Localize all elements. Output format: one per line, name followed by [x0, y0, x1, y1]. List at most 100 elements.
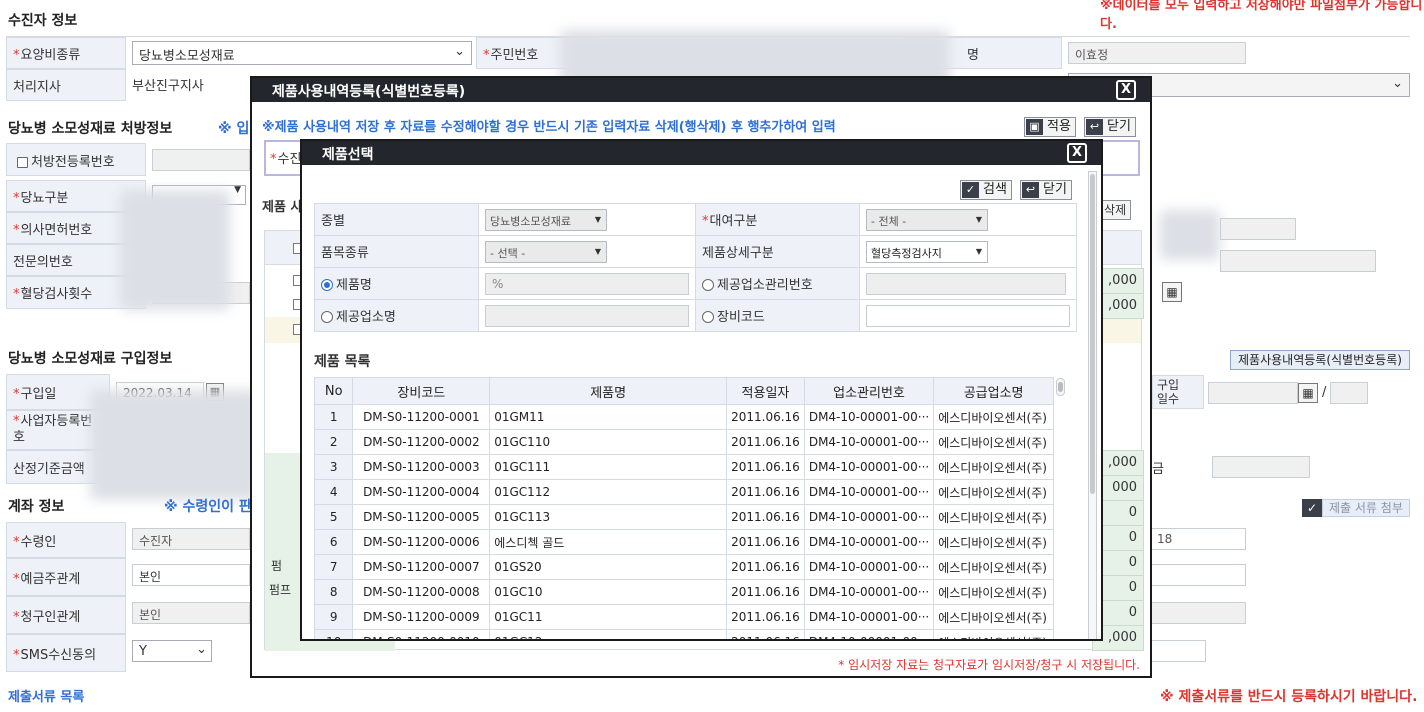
chevron-down-icon: ⌄: [1392, 76, 1403, 91]
col-supplier: 공급업소명: [933, 377, 1054, 405]
receiver-field[interactable]: 수진자: [132, 528, 250, 550]
chevron-down-icon: ⌄: [196, 642, 207, 657]
maker-name-label: 제공업소명: [336, 310, 396, 325]
cell-equip-code: DM-S0-11200-0004: [352, 479, 491, 505]
list-scrollbar[interactable]: [1056, 378, 1065, 396]
maker-code-input[interactable]: [866, 272, 1066, 295]
chevron-down-icon: ▼: [234, 185, 241, 195]
product-list-header: No 장비코드 제품명 적용일자 업소관리번호 공급업소명: [313, 377, 1054, 405]
product-usage-modal-title: 제품사용내역등록(식별번호등록): [272, 84, 466, 100]
rental-label: *대여구분: [695, 203, 860, 236]
cell-equip-code: DM-S0-11200-0003: [352, 454, 491, 480]
table-row[interactable]: 2 DM-S0-11200-0002 01GC110 2011.06.16 DM4-10…: [313, 429, 1054, 455]
receiver-label: *수령인: [6, 522, 126, 558]
claimant-field[interactable]: 본인: [132, 602, 250, 624]
product-name-input[interactable]: %: [485, 272, 689, 295]
cell-equip-code: DM-S0-11200-0005: [352, 504, 491, 530]
cell-apply-date: 2011.06.16: [726, 604, 805, 630]
sms-label: *SMS수신동의: [6, 634, 126, 672]
masked-right: [1160, 210, 1220, 260]
modal1-product-section: 제품 사: [262, 200, 303, 215]
modal1-notice: ※제품 사용내역 저장 후 자료를 수정해야할 경우 반드시 기존 입력자료 삭…: [262, 120, 836, 135]
branch-value: 부산진구지사: [132, 79, 204, 94]
maker-name-input[interactable]: [485, 304, 689, 327]
cell-product-name: 01GS20: [489, 554, 728, 580]
amount-label-right: 금: [1152, 462, 1164, 477]
close-icon[interactable]: X: [1116, 80, 1136, 100]
purchase-days-field-2[interactable]: [1330, 382, 1368, 404]
maker-code-radio[interactable]: [702, 279, 714, 291]
calendar-icon[interactable]: ▦: [1298, 383, 1318, 403]
depositor-label: *예금주관계: [6, 558, 126, 596]
cell-supplier: 에스디바이오센서(주): [933, 479, 1054, 505]
cell-supplier: 에스디바이오센서(주): [933, 504, 1054, 530]
detail-select[interactable]: 혈당측정검사지: [866, 240, 988, 263]
cell-no: 6: [313, 529, 354, 555]
calendar-icon[interactable]: ▦: [1162, 282, 1182, 302]
table-row[interactable]: 7 DM-S0-11200-0007 01GS20 2011.06.16 DM4-10-…: [313, 554, 1054, 580]
docs-title: 제출서류 목록: [8, 690, 85, 705]
cell-equip-code: DM-S0-11200-0006: [352, 529, 491, 555]
product-reg-button[interactable]: 제품사용내역등록(식별번호등록): [1230, 350, 1410, 370]
table-row[interactable]: 10DM-S0-11200-001001GC122011.06.16DM4-10…: [313, 629, 1054, 639]
recipient-section-title: 수진자 정보: [8, 13, 78, 29]
cell-maker-code: DM4-10-00001-00···: [803, 454, 935, 480]
checkbox-icon[interactable]: [17, 157, 28, 168]
table-row[interactable]: 5 DM-S0-11200-0005 01GC113 2011.06.16 DM4-10…: [313, 504, 1054, 530]
amount-field-right: [1212, 456, 1310, 478]
cell-product-name: 01GC112: [489, 479, 728, 505]
kind-select[interactable]: 당뇨병소모성재료: [485, 208, 607, 231]
table-row[interactable]: 8 DM-S0-11200-0008 01GC10 2011.06.16 DM4-10-…: [313, 579, 1054, 605]
close-icon[interactable]: X: [1067, 143, 1087, 163]
modal1-close-button[interactable]: ↩ 닫기: [1084, 117, 1136, 137]
save-icon: ▣: [1026, 119, 1043, 135]
cell-maker-code: DM4-10-00001-00···: [803, 479, 935, 505]
table-row[interactable]: 1 DM-S0-11200-0001 01GM11 2011.06.16 DM4-10-…: [313, 404, 1054, 430]
care-type-label: *요양비종류: [6, 37, 126, 69]
name-field[interactable]: 이효정: [1068, 42, 1246, 64]
cell-product-name: 01GC10: [489, 579, 728, 605]
cell-apply-date: 2011.06.16: [726, 404, 805, 430]
sms-select[interactable]: Y ⌄: [132, 640, 212, 662]
right-field-a: [1220, 218, 1296, 240]
table-row[interactable]: 3 DM-S0-11200-0003 01GC111 2011.06.16 DM4-10…: [313, 454, 1054, 480]
col-maker-code: 업소관리번호: [803, 377, 935, 405]
purchase-days-label: 구입 일수: [1152, 375, 1204, 409]
table-row[interactable]: 6 DM-S0-11200-0006 에스디첵 골드 2011.06.16 DM4-10…: [313, 529, 1054, 555]
back-arrow-icon: ↩: [1022, 182, 1039, 198]
rental-select[interactable]: - 전체 -: [866, 208, 988, 231]
table-row[interactable]: 4 DM-S0-11200-0004 01GC112 2011.06.16 DM4-10…: [313, 479, 1054, 505]
table-row[interactable]: 9 DM-S0-11200-0009 01GC11 2011.06.16 DM4-10-…: [313, 604, 1054, 630]
maker-name-radio[interactable]: [321, 311, 333, 323]
back-arrow-icon: ↩: [1086, 119, 1103, 135]
cell-supplier: 에스디바이오센서(주): [933, 429, 1054, 455]
attach-button[interactable]: 제출 서류 첨부: [1322, 499, 1410, 517]
modal2-close-button[interactable]: ↩ 닫기: [1020, 180, 1072, 200]
item-type-select[interactable]: - 선택 -: [485, 240, 607, 263]
cell-no: 7: [313, 554, 354, 580]
care-type-select[interactable]: 당뇨병소모성재료 ⌄: [132, 41, 472, 65]
cell-maker-code: DM4-10-00001-00···: [803, 404, 935, 430]
cell-maker-code: DM4-10-00001-00···: [803, 429, 935, 455]
right-field-b: [1220, 250, 1376, 272]
depositor-field[interactable]: 본인: [132, 564, 250, 586]
cell-no: 10: [313, 629, 354, 639]
cell-apply-date: 2011.06.16: [726, 529, 805, 555]
search-button[interactable]: ✓ 검색: [960, 180, 1012, 200]
right-field-f: [1150, 640, 1206, 662]
equip-code-label: 장비코드: [717, 310, 765, 325]
equip-code-input[interactable]: [866, 304, 1070, 327]
product-usage-modal-header: 제품사용내역등록(식별번호등록) X: [252, 78, 1150, 102]
apply-button[interactable]: ▣ 적용: [1024, 117, 1076, 137]
product-select-modal-title: 제품선택: [322, 147, 374, 163]
prev-reg-field[interactable]: [152, 149, 250, 171]
pump-label-2: 펌프: [269, 583, 292, 597]
equip-code-radio[interactable]: [702, 311, 714, 323]
detail-label: 제품상세구분: [695, 235, 860, 268]
product-name-radio[interactable]: [321, 279, 333, 291]
account-note: ※ 수령인이 판: [164, 499, 252, 515]
purchase-days-field[interactable]: [1208, 382, 1298, 404]
modal-scrollbar[interactable]: [1088, 171, 1097, 639]
checkbox-checked-icon[interactable]: ✓: [1302, 499, 1322, 517]
cell-supplier: 에스디바이오센서(주): [933, 604, 1054, 630]
